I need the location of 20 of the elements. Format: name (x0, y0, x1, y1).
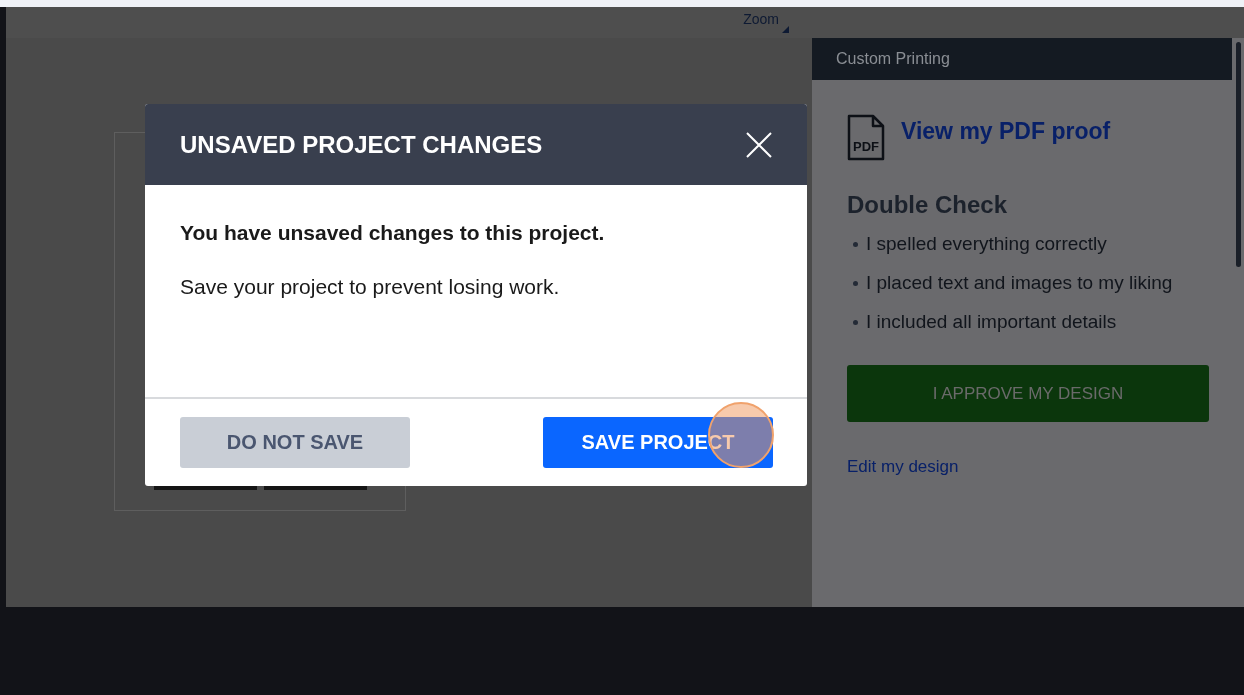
bullet-icon (853, 280, 858, 286)
checklist-item: I spelled everything correctly (866, 233, 1107, 255)
zoom-control[interactable]: Zoom (743, 7, 789, 38)
dialog-message: Save your project to prevent losing work. (180, 275, 561, 299)
scrollbar[interactable] (1232, 38, 1244, 607)
close-icon[interactable] (745, 130, 773, 159)
scrollbar-thumb[interactable] (1236, 42, 1241, 267)
checklist-heading: Double Check (847, 191, 1009, 219)
dismiss-button[interactable]: DO NOT SAVE (180, 417, 410, 468)
dialog-title: UNSAVED PROJECT CHANGES (180, 130, 543, 159)
approve-button[interactable]: I APPROVE MY DESIGN (847, 365, 1209, 422)
pdf-proof-link[interactable]: View my PDF proof (901, 118, 1111, 145)
bullet-icon (853, 319, 858, 325)
checklist-item: I included all important details (866, 311, 1117, 333)
dialog-heading: You have unsaved changes to this project. (180, 221, 606, 245)
edit-design-link[interactable]: Edit my design (847, 457, 959, 477)
bullet-icon (853, 241, 858, 247)
corner-triangle-icon (782, 26, 789, 33)
checklist-item: I placed text and images to my liking (866, 272, 1173, 294)
panel-title: Custom Printing (836, 50, 950, 68)
